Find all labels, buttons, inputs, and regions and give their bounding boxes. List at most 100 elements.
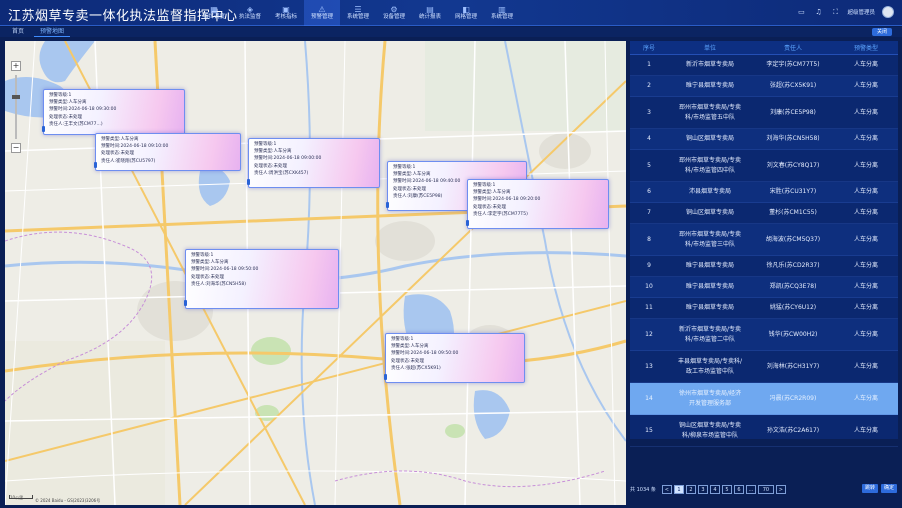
warning-popup[interactable]: 预警等级:1 预警类型:人车分离 预警时间:2024-06-18 09:50:0… xyxy=(184,249,339,309)
avatar[interactable] xyxy=(882,6,894,18)
table-row[interactable]: 12 新沂市烟草专卖局/专卖 科/市场监管二中队 钱华(苏CW00H2) 人车分离 xyxy=(630,319,898,351)
warning-map[interactable]: + − 10公里 © 2024 Baidu - GS(2023)3206号 预警… xyxy=(5,41,626,505)
row-unit: 丰县烟草专卖局/专卖科/政工市场监管中队 xyxy=(668,357,752,377)
row-warning-type: 人车分离 xyxy=(853,362,878,370)
tab-bar: 首页 预警地图 关闭 xyxy=(0,27,902,37)
row-unit: 铜山区烟草专卖局/专卖 科/柳泉市场监管中队 xyxy=(668,421,752,441)
page-3[interactable]: 3 xyxy=(697,484,708,494)
row-unit-line: 科/市场监管三中队 xyxy=(684,240,736,248)
row-person: 刘海林(苏CH31Y7) xyxy=(766,362,820,370)
monitor-icon[interactable]: ▭ xyxy=(796,8,806,16)
user-name[interactable]: 超级管理员 xyxy=(847,8,875,16)
page-1[interactable]: 1 xyxy=(673,484,684,494)
row-index: 9 xyxy=(647,262,651,269)
nav-item-7[interactable]: ▤ 统计报表 xyxy=(412,0,448,26)
row-warning-type: 人车分离 xyxy=(853,161,878,169)
confirm-button[interactable]: 确定 xyxy=(881,484,897,493)
warning-popup[interactable]: 预警等级:1 预警类型:人车分离 预警时间:2024-06-18 09:20:0… xyxy=(466,179,609,229)
row-warning-type: 人车分离 xyxy=(853,304,878,311)
fullscreen-icon[interactable]: ⛶ xyxy=(830,8,840,17)
table-row[interactable]: 11 睢宁县烟草专卖局 姚猛(苏CY6U12) 人车分离 xyxy=(630,298,898,319)
page-4[interactable]: 4 xyxy=(709,484,720,494)
row-index: 4 xyxy=(647,135,651,142)
table-row[interactable]: 6 沛县烟草专卖局 宋胜(苏CU31Y7) 人车分离 xyxy=(630,182,898,203)
nav-item-6[interactable]: ⚙ 设备管理 xyxy=(376,0,412,26)
row-warning-type: 人车分离 xyxy=(853,283,878,290)
row-person: 董杉(苏CM1C55) xyxy=(769,209,817,216)
nav-item-2[interactable]: ◈ 执法监督 xyxy=(232,0,268,26)
list-icon: ☰ xyxy=(354,5,362,14)
table-row[interactable]: 8 邳州市烟草专卖局/专卖 科/市场监管三中队 胡海波(苏CM5Q37) 人车分离 xyxy=(630,224,898,256)
table-row[interactable]: 14 徐州市烟草专卖局/经济 开发管理服务部 冯晨(苏CR2R09) 人车分离 xyxy=(630,383,898,415)
table-row[interactable]: 3 邳州市烟草专卖局/专卖 科/市场监管五中队 刘康(苏CE5P98) 人车分离 xyxy=(630,97,898,129)
warning-list: 序号 单位 责任人 预警类型 1 新沂市烟草专卖局 李定宇(苏CM77T5) 人车分离… xyxy=(630,41,898,447)
page-5[interactable]: 5 xyxy=(721,484,732,494)
jump-button[interactable]: 跳转 xyxy=(862,484,878,493)
table-row[interactable]: 2 睢宁县烟草专卖局 张超(苏CX5K91) 人车分离 xyxy=(630,76,898,97)
table-row[interactable]: 4 铜山区烟草专卖局 刘海华(苏CN5H58) 人车分离 xyxy=(630,129,898,150)
map-attribution: © 2024 Baidu - GS(2023)3206号 xyxy=(35,498,101,503)
row-index: 14 xyxy=(645,394,653,402)
table-row[interactable]: 13 丰县烟草专卖局/专卖科/政工市场监管中队 刘海林(苏CH31Y7) 人车分离 xyxy=(630,351,898,383)
list-header: 序号 单位 责任人 预警类型 xyxy=(630,41,898,55)
row-unit: 铜山区烟草专卖局 xyxy=(668,208,752,218)
table-row[interactable]: 7 铜山区烟草专卖局 董杉(苏CM1C55) 人车分离 xyxy=(630,203,898,224)
table-row[interactable]: 5 邳州市烟草专卖局/专卖 科/市场监管四中队 刘文春(苏CY8Q17) 人车分离 xyxy=(630,150,898,182)
zoom-slider-thumb[interactable] xyxy=(12,95,20,99)
page-last[interactable]: 70 xyxy=(757,484,774,494)
row-unit: 徐州市烟草专卖局/经济 开发管理服务部 xyxy=(668,389,752,409)
nav-item-5[interactable]: ☰ 系统管理 xyxy=(340,0,376,26)
row-unit-line: 睢宁县烟草专卖局 xyxy=(685,283,734,290)
warning-popup[interactable]: 预警等级:1 预警类型:人车分离 预警时间:2024-06-18 09:00:0… xyxy=(247,138,380,188)
nav-item-8[interactable]: ◧ 网格管理 xyxy=(448,0,484,26)
row-index: 7 xyxy=(647,209,651,216)
warning-popup[interactable]: 预警类型:人车分离 预警时间:2024-06-18 09:10:00 处理状态:… xyxy=(94,133,241,171)
row-unit-line: 沛县烟草专卖局 xyxy=(688,188,731,195)
row-unit-line: 徐州市烟草专卖局/经济 xyxy=(678,389,742,397)
page-2[interactable]: 2 xyxy=(685,484,696,494)
table-row[interactable]: 1 新沂市烟草专卖局 李定宇(苏CM77T5) 人车分离 xyxy=(630,55,898,76)
nav-item-9[interactable]: ▥ 系统管理 xyxy=(484,0,520,26)
row-person: 张超(苏CX5K91) xyxy=(769,82,817,89)
page-ellipsis[interactable]: ... xyxy=(745,484,756,494)
assessment-icon: ▣ xyxy=(282,5,290,14)
row-warning-type: 人车分离 xyxy=(853,82,878,89)
nav-item-4[interactable]: ⚠ 预警管理 xyxy=(304,0,340,26)
row-index: 10 xyxy=(645,283,653,290)
top-bar: 江苏烟草专卖一体化执法监督指挥中心 ▦ 指挥调度 ◈ 执法监督 ▣ 考核指标 ⚠ 预警管… xyxy=(0,0,902,26)
map-marker-icon xyxy=(466,220,469,226)
tab-warning-map[interactable]: 预警地图 xyxy=(34,27,71,37)
close-tabs-button[interactable]: 关闭 xyxy=(872,28,892,36)
warning-popup[interactable]: 预警等级:1 预警类型:人车分离 预警时间:2024-06-18 09:30:0… xyxy=(42,89,185,135)
zoom-out-button[interactable]: − xyxy=(11,143,21,153)
page-6[interactable]: 6 xyxy=(733,484,744,494)
nav-item-1[interactable]: ▦ 指挥调度 xyxy=(196,0,232,26)
table-row[interactable]: 9 睢宁县烟草专卖局 徐凡乐(苏CD2R37) 人车分离 xyxy=(630,256,898,277)
row-person: 胡海波(苏CM5Q37) xyxy=(765,235,821,243)
warning-popup[interactable]: 预警等级:1 预警类型:人车分离 预警时间:2024-06-18 09:50:0… xyxy=(384,333,525,383)
zoom-in-button[interactable]: + xyxy=(11,61,21,71)
row-unit-line: 铜山区烟草专卖局 xyxy=(685,209,734,216)
table-row[interactable]: 10 睢宁县烟草专卖局 郑凯(苏CQ3E78) 人车分离 xyxy=(630,277,898,298)
row-warning-type: 人车分离 xyxy=(853,330,878,338)
grid-icon: ◧ xyxy=(462,5,470,14)
nav-item-3[interactable]: ▣ 考核指标 xyxy=(268,0,304,26)
map-marker-icon xyxy=(42,126,45,132)
prev-page-button[interactable]: < xyxy=(661,484,672,494)
row-unit: 新沂市烟草专卖局 xyxy=(668,60,752,70)
main-nav: ▦ 指挥调度 ◈ 执法监督 ▣ 考核指标 ⚠ 预警管理 ☰ 系统管理 ⚙ 设备管理 ▤ 统计报… xyxy=(196,0,520,26)
zoom-slider[interactable] xyxy=(12,75,20,139)
tab-home[interactable]: 首页 xyxy=(6,27,30,37)
row-person: 姚猛(苏CY6U12) xyxy=(769,304,817,311)
row-unit-line: 新沂市烟草专卖局 xyxy=(685,61,734,68)
row-warning-type: 人车分离 xyxy=(853,426,878,434)
bell-icon[interactable]: ♫ xyxy=(813,8,823,16)
row-unit-line: 科/市场监管二中队 xyxy=(684,335,736,343)
row-unit-line: 新沂市烟草专卖局/专卖 xyxy=(678,325,742,333)
row-unit-line: 丰县烟草专卖局/专卖科/ xyxy=(677,357,743,365)
row-person: 孙文浩(苏C2A617) xyxy=(766,426,820,434)
next-page-button[interactable]: > xyxy=(775,484,786,494)
row-warning-type: 人车分离 xyxy=(853,394,878,402)
table-row[interactable]: 15 铜山区烟草专卖局/专卖 科/柳泉市场监管中队 孙文浩(苏C2A617) 人车分离 xyxy=(630,415,898,447)
total-count: 共 1034 条 xyxy=(630,486,656,493)
